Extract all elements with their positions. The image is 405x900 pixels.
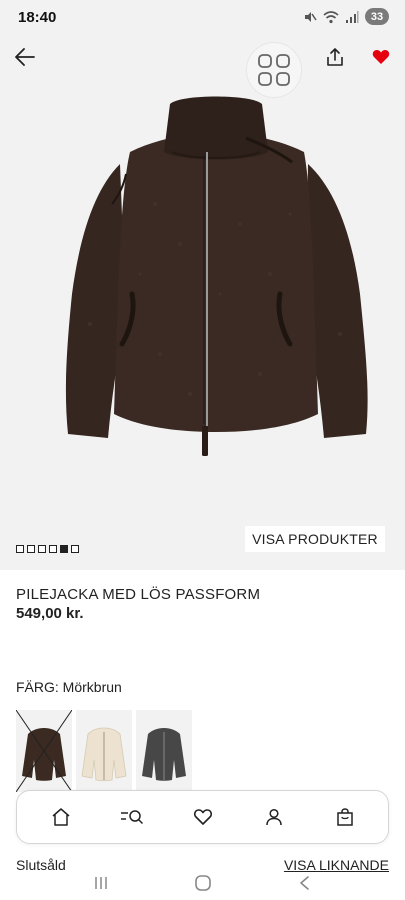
heart-filled-icon [372,50,390,64]
swatch-dark-grey[interactable] [136,710,192,792]
swatch-dark-brown[interactable] [16,710,72,792]
pager-dot[interactable] [49,545,57,553]
nav-favourites[interactable] [183,797,223,837]
pager-dot[interactable] [38,545,46,553]
jacket-thumbnail-icon [16,710,72,792]
mute-icon [305,11,317,22]
nav-profile[interactable] [254,797,294,837]
heart-outline-icon [193,809,212,825]
bottom-navigation [16,790,389,844]
share-button[interactable] [320,42,350,72]
image-pager[interactable] [16,545,79,553]
battery-icon: 33 [365,8,389,25]
back-system-icon[interactable] [297,875,313,891]
profile-icon [265,808,282,826]
nav-bag[interactable] [325,797,365,837]
color-swatches [16,710,192,792]
product-image [65,96,368,456]
bag-icon [336,808,353,826]
pager-dot[interactable] [16,545,24,553]
home-system-icon[interactable] [194,874,212,892]
nav-search[interactable] [112,797,152,837]
product-image-area[interactable]: VISA PRODUKTER [0,36,405,570]
color-label: FÄRG: Mörkbrun [16,679,122,695]
home-icon [52,808,69,826]
favourite-button[interactable] [366,42,396,72]
swatch-cream[interactable] [76,710,132,792]
product-title: PILEJACKA MED LÖS PASSFORM [16,586,261,603]
status-icons: 33 [303,8,389,25]
pager-dot[interactable] [71,545,79,553]
jacket-thumbnail-icon [136,710,192,792]
back-arrow-icon [15,48,35,66]
pager-dot[interactable] [60,545,68,553]
pager-dot[interactable] [27,545,35,553]
signal-icon [346,10,359,23]
status-time: 18:40 [18,9,57,26]
search-icon [120,810,143,825]
product-price: 549,00 kr. [16,605,84,622]
jacket-thumbnail-icon [76,710,132,792]
recent-apps-icon[interactable] [93,875,109,891]
grid-view-button[interactable] [246,42,302,98]
nav-home[interactable] [41,797,81,837]
back-button[interactable] [10,42,40,72]
visa-produkter-button[interactable]: VISA PRODUKTER [245,526,385,552]
wifi-icon [323,10,339,23]
status-bar: 18:40 33 [0,0,405,36]
grid-view-icon [258,54,290,86]
share-icon [327,48,343,66]
system-navigation [0,866,405,900]
